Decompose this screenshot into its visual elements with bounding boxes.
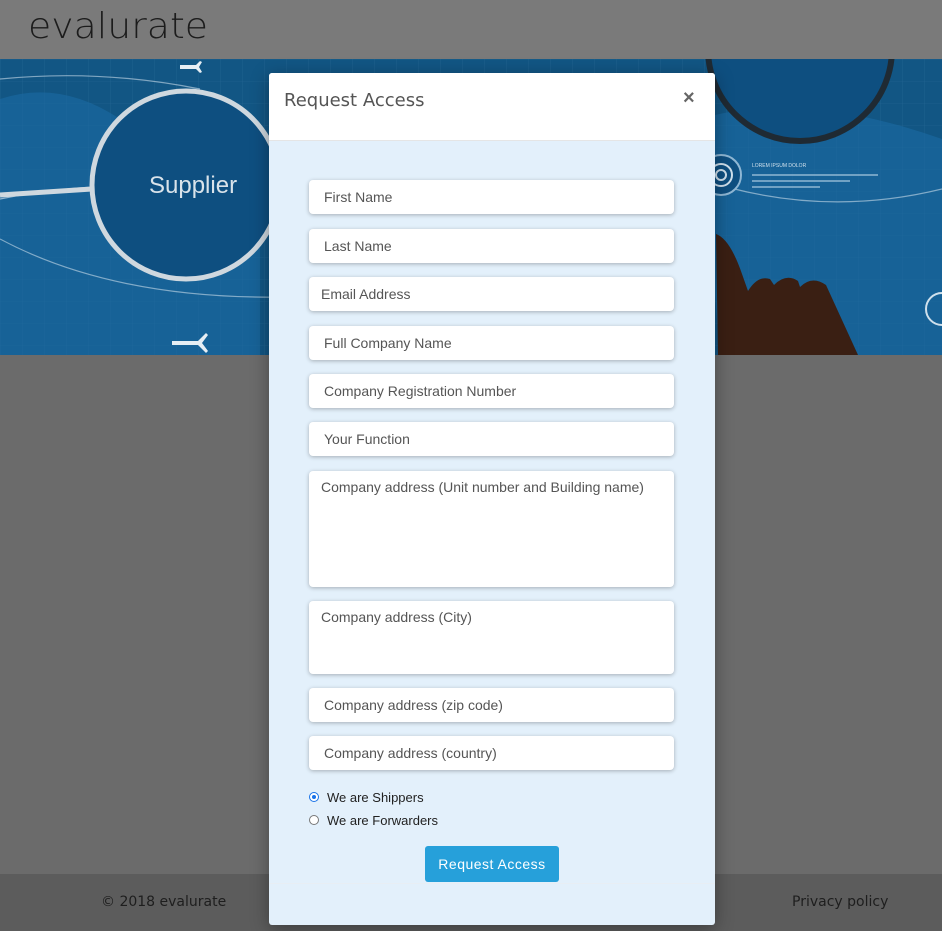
shippers-radio-label: We are Shippers — [327, 789, 424, 805]
company-name-input[interactable]: Full Company Name — [309, 326, 674, 360]
email-input[interactable]: Email Address — [309, 277, 674, 311]
privacy-policy-link[interactable]: Privacy policy — [792, 894, 888, 910]
request-access-button[interactable]: Request Access — [425, 846, 559, 882]
address-country-input[interactable]: Company address (country) — [309, 736, 674, 770]
modal-title: Request Access — [284, 90, 425, 111]
forwarders-radio-option[interactable]: We are Forwarders — [309, 811, 438, 829]
address-city-textarea[interactable]: Company address (City) — [309, 601, 674, 674]
brand-logo[interactable]: evalurate — [28, 6, 208, 47]
close-icon[interactable]: × — [683, 87, 695, 110]
last-name-input[interactable]: Last Name — [309, 229, 674, 263]
hero-tag-text: LOREM IPSUM DOLOR — [752, 163, 807, 169]
address-unit-textarea[interactable]: Company address (Unit number and Buildin… — [309, 471, 674, 587]
forwarders-radio[interactable] — [309, 815, 319, 825]
request-access-modal: Request Access × First Name Last Name Em… — [269, 73, 715, 925]
copyright-text: © 2018 evalurate — [101, 894, 227, 910]
registration-number-input[interactable]: Company Registration Number — [309, 374, 674, 408]
shippers-radio-option[interactable]: We are Shippers — [309, 788, 424, 806]
modal-footer-divider — [269, 883, 715, 884]
shippers-radio[interactable] — [309, 792, 319, 802]
function-input[interactable]: Your Function — [309, 422, 674, 456]
address-zip-input[interactable]: Company address (zip code) — [309, 688, 674, 722]
header-bar: evalurate — [0, 0, 942, 59]
supplier-label: Supplier — [149, 172, 237, 199]
first-name-input[interactable]: First Name — [309, 180, 674, 214]
forwarders-radio-label: We are Forwarders — [327, 812, 439, 828]
modal-header: Request Access × — [269, 73, 715, 141]
